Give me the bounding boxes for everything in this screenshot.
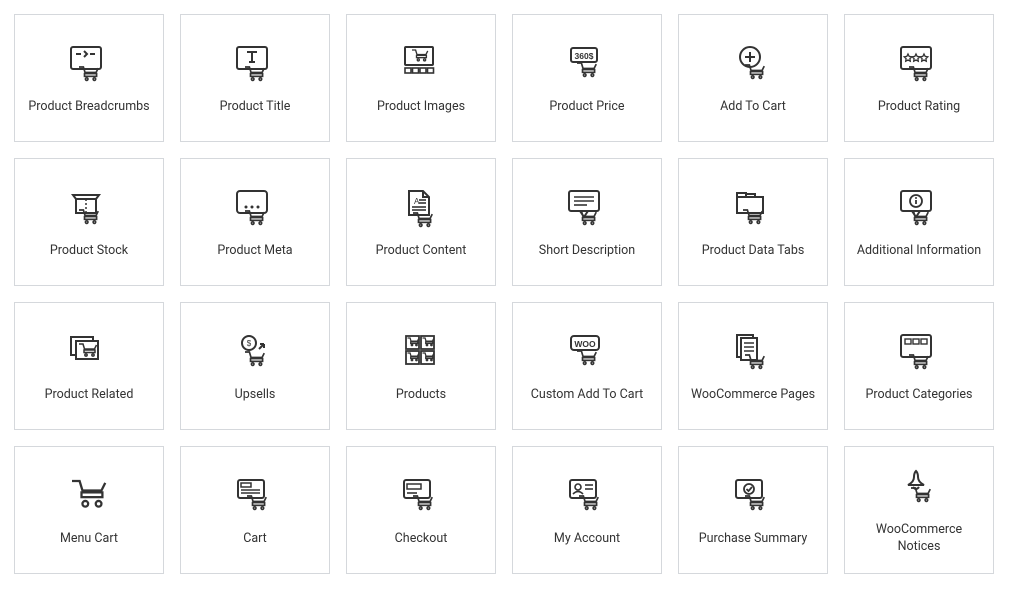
product-content-icon: A <box>399 185 443 233</box>
widget-label: Product Content <box>376 243 467 260</box>
widget-product-related[interactable]: Product Related <box>14 302 164 430</box>
widget-woocommerce-pages[interactable]: WooCommerce Pages <box>678 302 828 430</box>
product-related-icon <box>67 329 111 377</box>
widget-label: Checkout <box>395 531 448 548</box>
product-breadcrumbs-icon <box>67 41 111 89</box>
widget-product-rating[interactable]: Product Rating <box>844 14 994 142</box>
woocommerce-notices-icon <box>897 464 941 512</box>
widget-label: Menu Cart <box>60 531 118 548</box>
product-rating-icon <box>897 41 941 89</box>
widget-checkout[interactable]: Checkout <box>346 446 496 574</box>
widget-product-breadcrumbs[interactable]: Product Breadcrumbs <box>14 14 164 142</box>
widget-label: Product Meta <box>217 243 292 260</box>
purchase-summary-icon <box>731 473 775 521</box>
widget-label: Upsells <box>235 387 276 404</box>
widget-woocommerce-notices[interactable]: WooCommerce Notices <box>844 446 994 574</box>
widget-my-account[interactable]: My Account <box>512 446 662 574</box>
widget-label: Product Stock <box>50 243 128 260</box>
widget-additional-information[interactable]: Additional Information <box>844 158 994 286</box>
widget-label: Custom Add To Cart <box>531 387 643 404</box>
widget-label: WooCommerce Pages <box>691 387 815 404</box>
product-data-tabs-icon <box>731 185 775 233</box>
widget-product-content[interactable]: A Product Content <box>346 158 496 286</box>
short-description-icon <box>565 185 609 233</box>
widget-label: Product Breadcrumbs <box>28 99 149 116</box>
product-meta-icon <box>233 185 277 233</box>
add-to-cart-icon <box>731 41 775 89</box>
menu-cart-icon <box>67 473 111 521</box>
widget-product-meta[interactable]: Product Meta <box>180 158 330 286</box>
widget-products[interactable]: Products <box>346 302 496 430</box>
widget-label: Product Images <box>377 99 465 116</box>
products-icon <box>399 329 443 377</box>
product-price-icon: 360$ <box>565 41 609 89</box>
widget-label: Product Related <box>45 387 134 404</box>
widget-cart[interactable]: Cart <box>180 446 330 574</box>
additional-information-icon <box>897 185 941 233</box>
widget-upsells[interactable]: $ Upsells <box>180 302 330 430</box>
widget-grid: Product Breadcrumbs Product Title Produc… <box>14 14 1010 574</box>
widget-product-data-tabs[interactable]: Product Data Tabs <box>678 158 828 286</box>
widget-label: Add To Cart <box>720 99 786 116</box>
widget-label: Products <box>396 387 446 404</box>
custom-add-to-cart-icon: WOO <box>565 329 609 377</box>
widget-add-to-cart[interactable]: Add To Cart <box>678 14 828 142</box>
woocommerce-pages-icon <box>731 329 775 377</box>
widget-label: Product Data Tabs <box>702 243 805 260</box>
widget-label: Product Rating <box>878 99 960 116</box>
svg-text:$: $ <box>247 339 252 348</box>
widget-product-images[interactable]: Product Images <box>346 14 496 142</box>
widget-custom-add-to-cart[interactable]: WOO Custom Add To Cart <box>512 302 662 430</box>
checkout-icon <box>399 473 443 521</box>
product-categories-icon <box>897 329 941 377</box>
svg-text:A: A <box>414 197 420 206</box>
widget-product-title[interactable]: Product Title <box>180 14 330 142</box>
svg-text:360$: 360$ <box>575 51 594 61</box>
widget-label: Short Description <box>539 243 635 260</box>
widget-label: Product Price <box>549 99 624 116</box>
widget-label: WooCommerce Notices <box>854 522 984 556</box>
widget-label: Product Title <box>220 99 291 116</box>
widget-product-stock[interactable]: Product Stock <box>14 158 164 286</box>
widget-label: Additional Information <box>857 243 981 260</box>
my-account-icon <box>565 473 609 521</box>
cart-icon <box>233 473 277 521</box>
upsells-icon: $ <box>233 329 277 377</box>
widget-short-description[interactable]: Short Description <box>512 158 662 286</box>
widget-menu-cart[interactable]: Menu Cart <box>14 446 164 574</box>
svg-text:WOO: WOO <box>574 339 596 349</box>
product-title-icon <box>233 41 277 89</box>
product-images-icon <box>399 41 443 89</box>
widget-product-price[interactable]: 360$ Product Price <box>512 14 662 142</box>
widget-product-categories[interactable]: Product Categories <box>844 302 994 430</box>
widget-label: Cart <box>243 531 267 548</box>
widget-label: My Account <box>554 531 620 548</box>
widget-label: Product Categories <box>866 387 973 404</box>
widget-purchase-summary[interactable]: Purchase Summary <box>678 446 828 574</box>
product-stock-icon <box>67 185 111 233</box>
widget-label: Purchase Summary <box>699 531 808 548</box>
